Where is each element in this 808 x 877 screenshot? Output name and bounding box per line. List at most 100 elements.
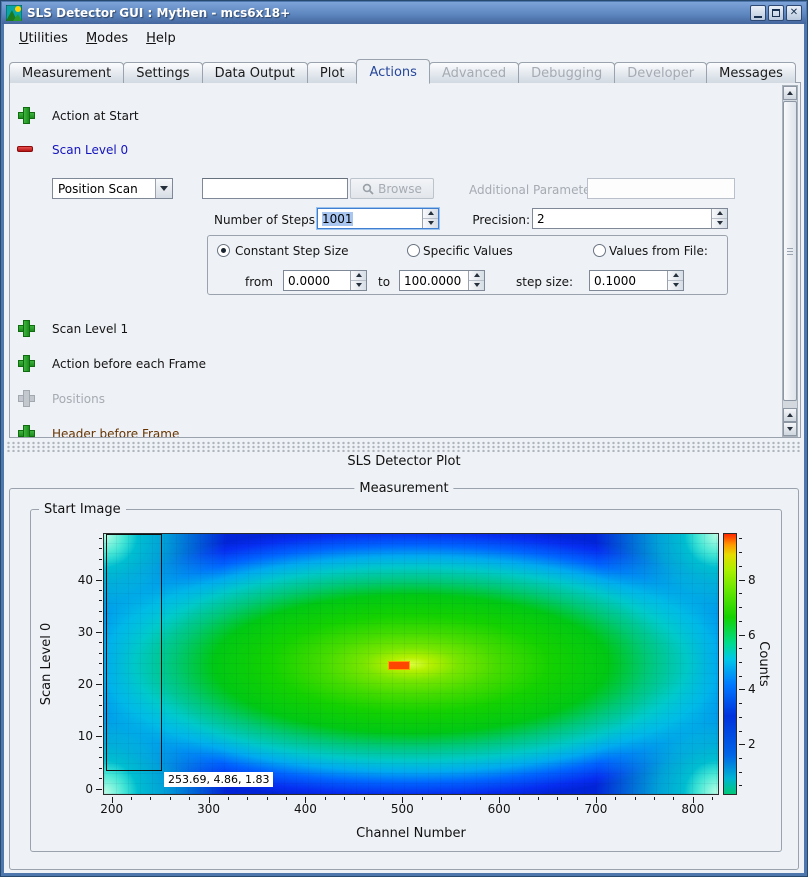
tab-settings[interactable]: Settings [123,62,202,83]
y-tick [99,747,102,748]
x-tick [170,797,171,800]
specific-values-radio[interactable] [407,244,420,257]
step-size-spinbox[interactable]: 0.1000 [589,270,684,291]
x-tick [150,797,151,800]
y-tick [96,789,102,790]
x-tick [364,797,365,800]
heatmap-canvas[interactable]: 253.69, 4.86, 1.83 [103,533,719,795]
to-spinbox[interactable]: 100.0000 [399,270,485,291]
scan-mode-combobox[interactable]: Position Scan [52,178,173,199]
spin-buttons[interactable] [350,271,366,290]
y-tick-label: 40 [59,573,93,587]
menu-utilities[interactable]: Utilities [10,28,77,49]
spin-buttons[interactable] [422,209,438,228]
close-button[interactable]: ✕ [786,5,802,21]
x-tick-label: 500 [382,802,422,816]
expand-action-at-start-icon[interactable] [18,107,33,122]
heatmap-peak-spot [388,661,410,670]
colorbar-tick-label: 2 [748,737,772,751]
y-tick [96,736,102,737]
tab-plot[interactable]: Plot [307,62,358,83]
y-tick [99,559,102,560]
y-tick [99,538,102,539]
x-tick-label: 800 [673,802,713,816]
tab-data-output[interactable]: Data Output [202,62,308,83]
spin-buttons[interactable] [711,209,727,228]
colorbar-tick [739,731,742,732]
y-tick-label: 0 [59,782,93,796]
from-value[interactable]: 0.0000 [288,274,330,288]
y-tick [99,621,102,622]
y-tick [99,611,102,612]
number-of-steps-value[interactable]: 1001 [322,212,353,226]
expand-scan-level1-icon[interactable] [18,320,33,335]
scan-script-field[interactable] [202,178,348,199]
maximize-button[interactable] [768,5,784,21]
expand-header-before-frame-icon[interactable] [18,425,33,438]
colorbar [723,533,737,795]
number-of-steps-spinbox[interactable]: 1001 [317,208,439,229]
spin-buttons[interactable] [468,271,484,290]
colorbar-tick [739,717,742,718]
y-tick [96,580,102,581]
y-tick [99,716,102,717]
x-tick [247,797,248,800]
collapse-scan-level0-icon[interactable] [17,146,33,152]
step-size-value[interactable]: 0.1000 [594,274,636,288]
y-tick [99,705,102,706]
menubar: Utilities Modes Help [4,25,804,51]
scroll-down-button[interactable] [783,422,797,436]
menu-help[interactable]: Help [137,28,185,49]
to-value[interactable]: 100.0000 [404,274,461,288]
constant-step-radio[interactable] [217,244,230,257]
tab-actions[interactable]: Actions [356,59,430,84]
scrollbar-thumb[interactable] [783,101,797,401]
menu-modes[interactable]: Modes [77,28,137,49]
tab-measurement[interactable]: Measurement [9,62,124,83]
precision-label: Precision: [465,213,530,227]
x-tick [267,797,268,800]
x-tick [712,797,713,800]
window-title: SLS Detector GUI : Mythen - mcs6x18+ [27,6,748,20]
scan-level1-label[interactable]: Scan Level 1 [52,322,128,336]
y-tick-label: 10 [59,729,93,743]
spin-buttons[interactable] [667,271,683,290]
precision-value[interactable]: 2 [537,212,545,226]
precision-spinbox[interactable]: 2 [532,208,728,229]
from-spinbox[interactable]: 0.0000 [283,270,367,291]
y-tick [99,548,102,549]
colorbar-tick [739,607,742,608]
additional-parameter-label: Additional Parameter: [469,183,599,197]
values-from-file-radio[interactable] [593,244,606,257]
action-at-start-label[interactable]: Action at Start [52,109,139,123]
scroll-up-button[interactable] [783,86,797,100]
y-tick-label: 30 [59,625,93,639]
splitter-handle[interactable] [6,441,802,452]
x-tick-label: 200 [92,802,132,816]
start-image-title: Start Image [39,502,126,517]
additional-parameter-field [587,178,735,199]
minimize-icon [754,16,762,18]
actions-vertical-scrollbar[interactable] [782,85,798,437]
expand-action-before-frame-icon[interactable] [18,355,33,370]
action-before-frame-label[interactable]: Action before each Frame [52,357,206,371]
minimize-button[interactable] [750,5,766,21]
scan-level0-label[interactable]: Scan Level 0 [52,143,128,157]
y-tick [99,590,102,591]
colorbar-tick [739,648,742,649]
values-from-file-label[interactable]: Values from File: [609,244,708,258]
specific-values-label[interactable]: Specific Values [423,244,513,258]
tab-advanced: Advanced [429,62,519,83]
colorbar-tick [739,552,742,553]
header-before-frame-label[interactable]: Header before Frame [52,427,179,438]
constant-step-label[interactable]: Constant Step Size [235,244,349,258]
measurement-group-title: Measurement [354,481,453,496]
x-tick [654,797,655,800]
x-axis-title: Channel Number [103,826,719,841]
titlebar[interactable]: SLS Detector GUI : Mythen - mcs6x18+ ✕ [2,2,806,24]
combo-dropdown-icon[interactable] [155,179,172,198]
scroll-up-button-bottom[interactable] [783,408,797,422]
tab-messages[interactable]: Messages [706,62,796,83]
tabbar: Measurement Settings Data Output Plot Ac… [9,58,801,83]
colorbar-tick [739,703,742,704]
